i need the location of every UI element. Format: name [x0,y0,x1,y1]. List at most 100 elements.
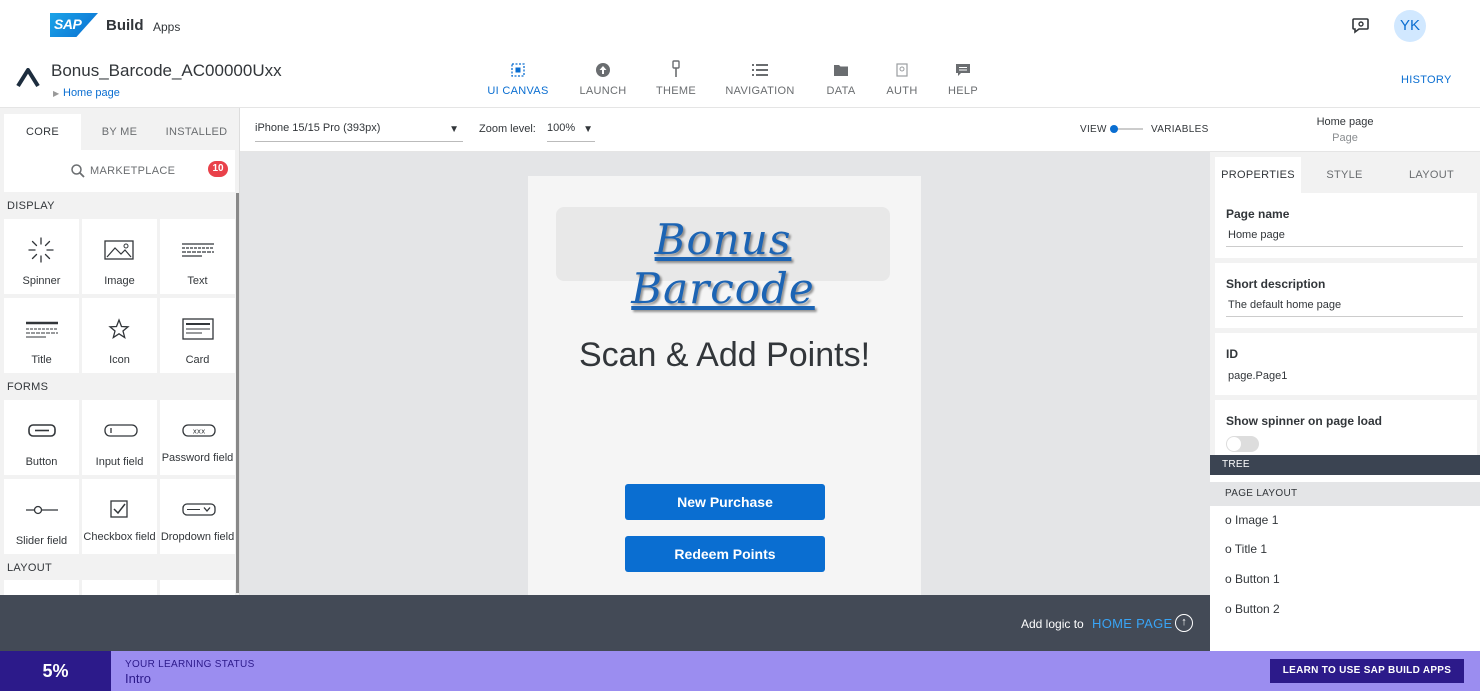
tab-style[interactable]: STYLE [1301,157,1388,193]
top-bar: SAP Build Apps YK [0,0,1480,52]
view-variables-toggle[interactable] [1110,124,1143,134]
component-password-field[interactable]: xxx Password field [160,400,235,475]
scrollbar[interactable] [236,193,239,593]
bonus-barcode-image[interactable]: Bonus Barcode [556,207,890,313]
tab-theme[interactable]: THEME [651,60,701,104]
tree-item[interactable]: o Title 1 [1225,542,1267,556]
tab-label: THEME [656,85,696,97]
star-icon [108,318,130,339]
caret-down-icon: ▼ [583,124,593,135]
component-text[interactable]: Text [160,219,235,294]
short-description-input[interactable]: The default home page [1226,299,1463,317]
logic-label: Add logic to [1021,617,1084,631]
component-dropdown-field[interactable]: Dropdown field [160,479,235,554]
properties-panel: PROPERTIES STYLE LAYOUT Page name Home p… [1210,152,1480,651]
phone-preview[interactable]: Bonus Barcode Scan & Add Points! New Pur… [528,176,921,595]
sap-logo[interactable]: SAP [50,13,98,37]
component-label: Text [187,275,208,287]
canvas-toolbar: iPhone 15/15 Pro (393px) ▼ Zoom level: 1… [240,108,1480,152]
breadcrumb-page[interactable]: Home page [63,87,120,99]
learning-status-bar: 5% YOUR LEARNING STATUS Intro LEARN TO U… [0,651,1480,691]
history-button[interactable]: HISTORY [1401,74,1452,86]
component-tabs: CORE BY ME INSTALLED [4,114,235,150]
tree-item[interactable]: o Button 1 [1225,572,1280,586]
component-panel: CORE BY ME INSTALLED MARKETPLACE 10 DISP… [0,108,240,595]
zoom-select[interactable]: 100% ▼ [547,116,595,142]
tab-by-me[interactable]: BY ME [81,114,158,150]
component-label: Card [185,354,210,366]
learn-button[interactable]: LEARN TO USE SAP BUILD APPS [1270,659,1464,683]
marketplace-badge: 10 [208,161,228,177]
image-icon [104,240,134,260]
component-button[interactable]: Button [4,400,79,475]
prop-id: ID page.Page1 [1215,333,1477,395]
component-icon[interactable]: Icon [82,298,157,373]
prop-label: Short description [1226,277,1326,291]
component-layout-2[interactable] [82,580,157,595]
tree-item[interactable]: o Button 2 [1225,602,1280,616]
component-spinner[interactable]: Spinner [4,219,79,294]
caret-down-icon: ▼ [449,124,459,135]
user-avatar[interactable]: YK [1394,10,1426,42]
tab-properties[interactable]: PROPERTIES [1215,157,1301,193]
tree-item[interactable]: o Image 1 [1225,513,1278,527]
text-icon [182,243,214,257]
tree-header[interactable]: TREE [1210,455,1480,475]
button-icon [28,424,56,437]
prop-page-name: Page name Home page [1215,193,1477,258]
tab-installed[interactable]: INSTALLED [158,114,235,150]
learning-heading: YOUR LEARNING STATUS [125,659,255,670]
component-input-field[interactable]: Input field [82,400,157,475]
zoom-value: 100% [547,122,576,134]
component-slider-field[interactable]: Slider field [4,479,79,554]
page-name-input[interactable]: Home page [1226,229,1463,247]
tab-label: LAUNCH [579,85,627,97]
component-label: Checkbox field [83,531,156,543]
toggle-knob [1110,125,1118,133]
tab-data[interactable]: DATA [821,60,861,104]
password-field-icon: xxx [182,424,216,437]
prop-label: ID [1226,347,1238,361]
new-purchase-button[interactable]: New Purchase [625,484,825,520]
tab-navigation[interactable]: NAVIGATION [722,60,798,104]
marketplace-button[interactable]: MARKETPLACE 10 [4,150,235,192]
section-display: DISPLAY [7,200,55,212]
tab-help[interactable]: HELP [943,60,983,104]
tab-auth[interactable]: AUTH [882,60,922,104]
spinner-toggle[interactable] [1226,436,1259,452]
tab-label: UI CANVAS [487,85,549,97]
feedback-icon[interactable] [1350,14,1372,36]
page-layout-header: PAGE LAYOUT [1210,482,1480,506]
launch-icon [573,60,633,80]
logo-text: Bonus Barcode [631,215,815,313]
spinner-icon [28,237,54,263]
view-label: VIEW [1080,124,1107,135]
logic-target-link[interactable]: HOME PAGE [1092,616,1172,631]
component-checkbox-field[interactable]: Checkbox field [82,479,157,554]
redeem-points-button[interactable]: Redeem Points [625,536,825,572]
zoom-label: Zoom level: [479,123,536,135]
app-logo-icon [16,68,40,88]
component-layout-1[interactable] [4,580,79,595]
component-image[interactable]: Image [82,219,157,294]
component-layout-3[interactable] [160,580,235,595]
search-icon [71,164,85,178]
component-card[interactable]: Card [160,298,235,373]
help-icon [943,60,983,80]
arrow-up-icon[interactable]: ↑ [1175,614,1193,632]
device-select[interactable]: iPhone 15/15 Pro (393px) ▼ [255,116,463,142]
tab-launch[interactable]: LAUNCH [573,60,633,104]
section-layout: LAYOUT [7,562,52,574]
component-label: Slider field [15,535,68,547]
canvas-icon [483,60,553,80]
tab-ui-canvas[interactable]: UI CANVAS [483,60,553,104]
tab-layout[interactable]: LAYOUT [1388,157,1475,193]
prop-label: Page name [1226,207,1290,221]
scan-title[interactable]: Scan & Add Points! [528,336,921,375]
ui-canvas[interactable]: Bonus Barcode Scan & Add Points! New Pur… [240,152,1210,595]
device-value: iPhone 15/15 Pro (393px) [255,122,381,134]
tab-core[interactable]: CORE [4,114,81,150]
component-title[interactable]: Title [4,298,79,373]
toggle-track [1114,128,1143,130]
tab-label: HELP [948,85,978,97]
